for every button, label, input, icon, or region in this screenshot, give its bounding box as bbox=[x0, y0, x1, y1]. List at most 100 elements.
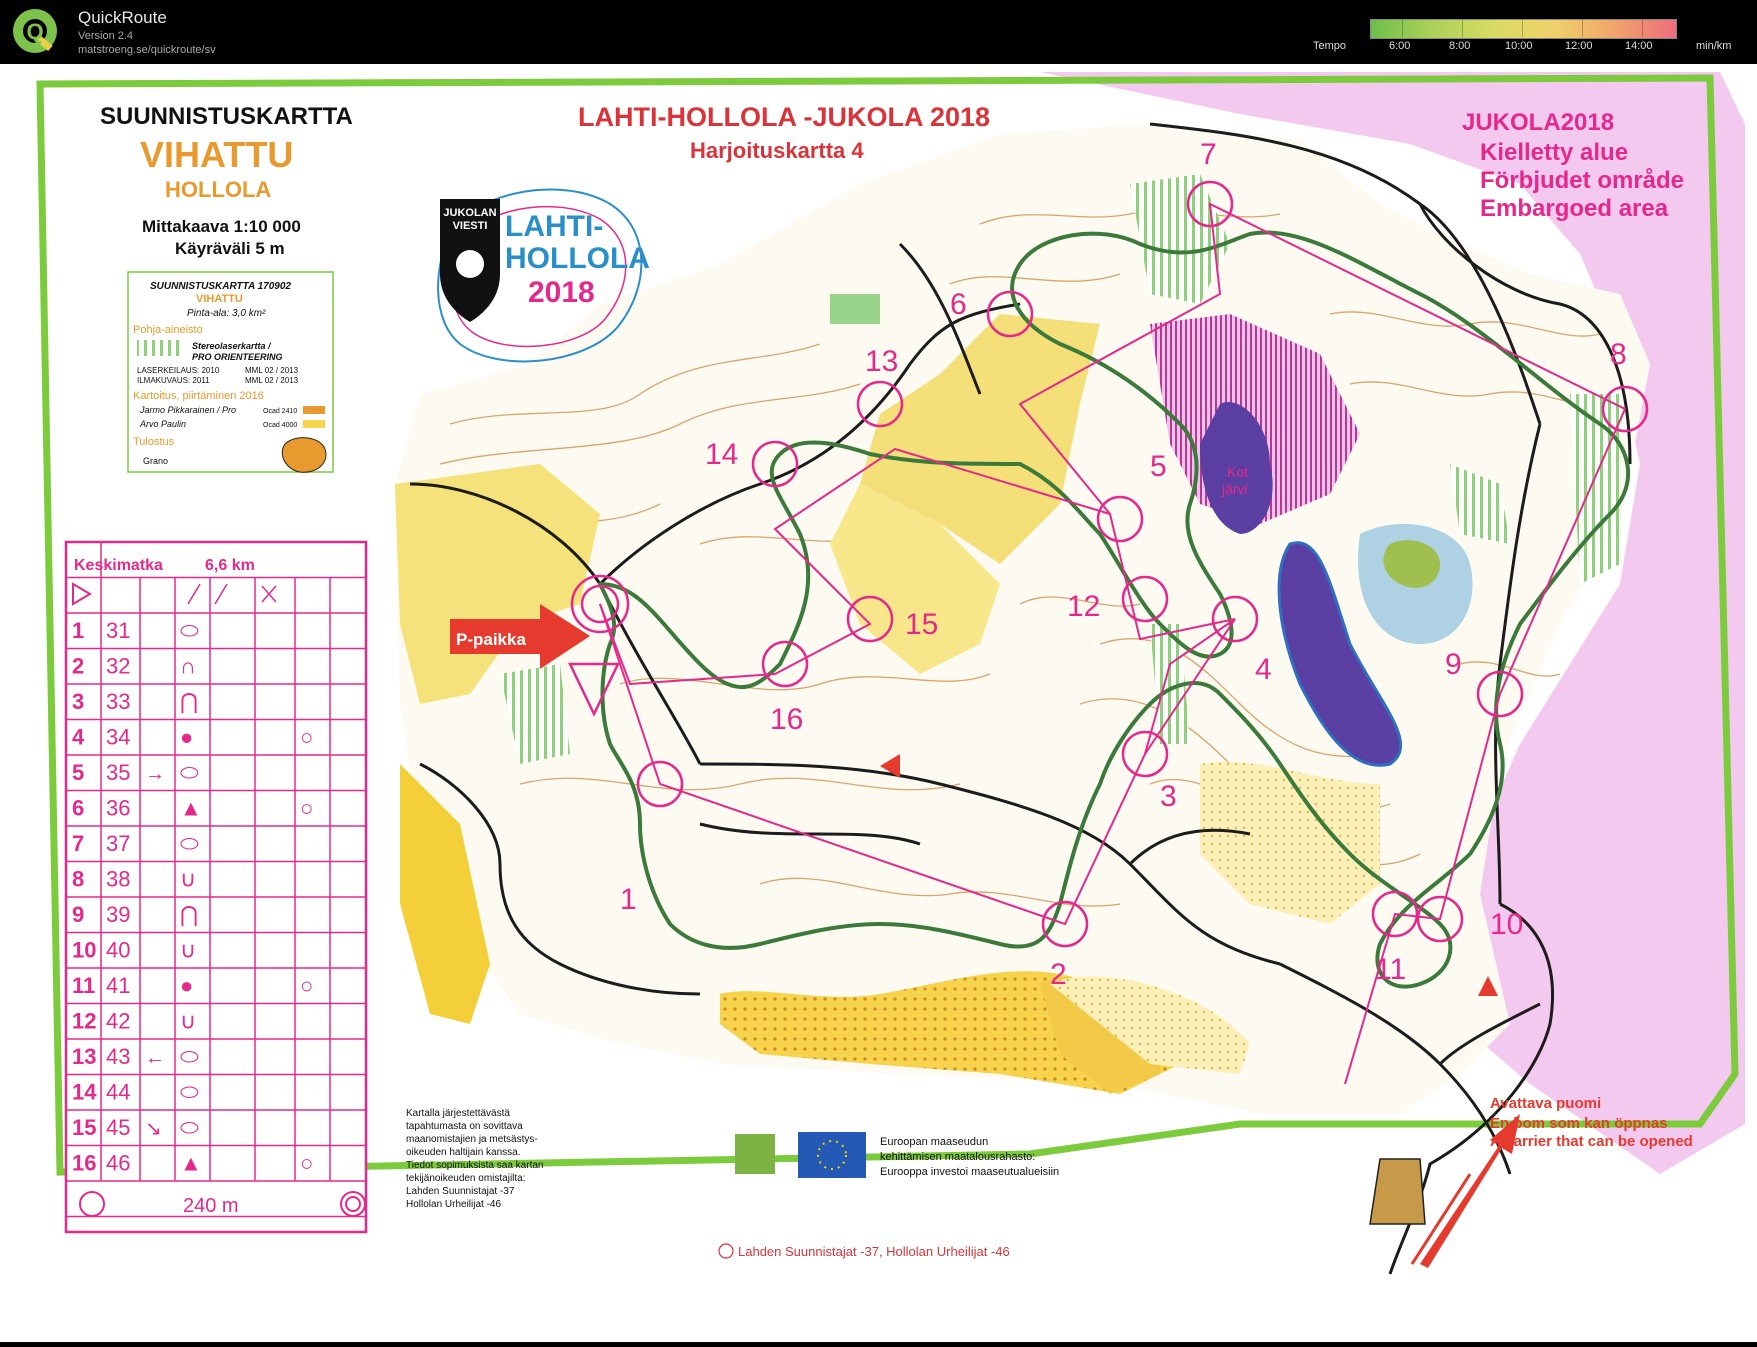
pace-tick-14: 14:00 bbox=[1625, 40, 1653, 52]
sheet-row-extra: ○ bbox=[300, 973, 313, 998]
notice-line-2: tapahtumasta on sovittava bbox=[406, 1121, 523, 1132]
info-title: SUUNNISTUSKARTTA 170902 bbox=[150, 281, 291, 292]
eu-line2: kehittämisen maatalousrahasto: bbox=[880, 1151, 1035, 1163]
logo-word2: HOLLOLA bbox=[505, 242, 650, 275]
control-number-8: 8 bbox=[1610, 338, 1627, 371]
sheet-finish-distance: 240 m bbox=[183, 1195, 239, 1217]
control-number-1: 1 bbox=[620, 883, 637, 916]
info-mapper2-ocad: Ocad 4000 bbox=[263, 422, 297, 429]
sheet-row-code: 43 bbox=[106, 1044, 130, 1069]
event-title: LAHTI-HOLLOLA -JUKOLA 2018 bbox=[578, 102, 990, 132]
map-viewport[interactable]: 1 2 3 4 5 6 7 8 9 10 11 12 13 14 15 16 S… bbox=[0, 64, 1757, 1342]
embargo-line2: Kielletty alue bbox=[1480, 139, 1628, 166]
pace-tick-10: 10:00 bbox=[1505, 40, 1533, 52]
map-region: HOLLOLA bbox=[165, 177, 271, 202]
quickroute-logo-icon: Q bbox=[13, 9, 57, 53]
control-number-7: 7 bbox=[1200, 138, 1217, 171]
app-version: Version 2.4 bbox=[78, 30, 134, 42]
sheet-row-code: 32 bbox=[106, 654, 130, 679]
pace-unit: min/km bbox=[1696, 40, 1732, 52]
sheet-row-direction: ↘ bbox=[145, 1118, 162, 1140]
info-area: Pinta-ala: 3,0 km² bbox=[187, 308, 266, 319]
orienteering-map[interactable]: 1 2 3 4 5 6 7 8 9 10 11 12 13 14 15 16 S… bbox=[0, 64, 1757, 1342]
info-pro: PRO ORIENTEERING bbox=[192, 352, 283, 362]
sheet-row-number: 14 bbox=[72, 1080, 97, 1105]
control-number-6: 6 bbox=[950, 288, 967, 321]
eu-flag-icon bbox=[798, 1132, 866, 1178]
app-url[interactable]: matstroeng.se/quickroute/sv bbox=[78, 44, 216, 56]
sheet-distance: 6,6 km bbox=[205, 557, 255, 574]
event-subtitle: Harjoituskartta 4 bbox=[690, 138, 864, 163]
sheet-row-number: 10 bbox=[72, 938, 96, 963]
building bbox=[1369, 1158, 1426, 1225]
sheet-row-symbol: ▲ bbox=[180, 1151, 202, 1176]
sheet-row-code: 35 bbox=[106, 760, 130, 785]
control-number-14: 14 bbox=[705, 438, 738, 471]
map-area-icon bbox=[281, 437, 327, 473]
sheet-row-number: 4 bbox=[72, 725, 85, 750]
sheet-row-code: 45 bbox=[106, 1115, 130, 1140]
pace-legend-title: Tempo bbox=[1313, 40, 1347, 52]
sheet-row-number: 3 bbox=[72, 689, 84, 714]
sheet-row-code: 41 bbox=[106, 973, 130, 998]
info-mapper1-ocad: Ocad 2410 bbox=[263, 408, 297, 415]
barrier-line1: Avattava puomi bbox=[1490, 1095, 1601, 1112]
sheet-row-number: 2 bbox=[72, 654, 84, 679]
notice-line-7: Lahden Suunnistajat -37 bbox=[406, 1186, 515, 1197]
sheet-row-symbol: ⬭ bbox=[180, 618, 199, 643]
embargo-line1: JUKOLA2018 bbox=[1462, 109, 1614, 136]
map-contour: Käyräväli 5 m bbox=[175, 239, 285, 258]
sheet-row-extra: ○ bbox=[300, 796, 313, 821]
sheet-row-code: 44 bbox=[106, 1080, 130, 1105]
sheet-row-code: 34 bbox=[106, 725, 130, 750]
sheet-row-direction: ← bbox=[145, 1047, 165, 1069]
copy-forbidden: Kopiointi kielletty bbox=[1560, 1236, 1635, 1247]
eu-line3: Eurooppa investoi maaseutualueisiin bbox=[880, 1166, 1059, 1178]
info-mapper2: Arvo Paulin bbox=[139, 419, 186, 429]
sheet-row-symbol: ● bbox=[180, 725, 193, 750]
control-number-15: 15 bbox=[905, 608, 938, 641]
sheet-row-symbol: ⬭ bbox=[180, 831, 199, 856]
pace-tick-12: 12:00 bbox=[1565, 40, 1593, 52]
info-laser: LASERKEILAUS: 2010 bbox=[137, 366, 220, 375]
sheet-row-code: 42 bbox=[106, 1009, 130, 1034]
sheet-row-symbol: ∪ bbox=[180, 938, 196, 963]
embargo-line3: Förbjudet område bbox=[1480, 167, 1684, 194]
control-number-16: 16 bbox=[770, 703, 803, 736]
sheet-row-symbol: ⬭ bbox=[180, 760, 199, 785]
sheet-row-extra: ○ bbox=[300, 725, 313, 750]
sheet-row-number: 15 bbox=[72, 1115, 96, 1140]
sheet-row-code: 31 bbox=[106, 618, 130, 643]
info-ilma: ILMAKUVAUS: 2011 bbox=[137, 376, 210, 385]
logo-year: 2018 bbox=[528, 276, 595, 309]
sheet-title: Keskimatka bbox=[74, 557, 163, 574]
app-title: QuickRoute bbox=[78, 8, 167, 27]
logo-word1: LAHTI- bbox=[505, 210, 603, 243]
sheet-row-symbol: ∪ bbox=[180, 1009, 196, 1034]
sheet-row-code: 40 bbox=[106, 938, 130, 963]
sheet-row-code: 38 bbox=[106, 867, 130, 892]
control-number-5: 5 bbox=[1150, 450, 1167, 483]
lake-label-2: järvi bbox=[1221, 481, 1248, 497]
control-number-10: 10 bbox=[1490, 908, 1523, 941]
sheet-row-code: 37 bbox=[106, 831, 130, 856]
map-scale: Mittakaava 1:10 000 bbox=[142, 217, 301, 236]
eu-line1: Euroopan maaseudun bbox=[880, 1136, 988, 1148]
map-info-box: SUUNNISTUSKARTTA 170902 VIHATTU Pinta-al… bbox=[127, 271, 334, 473]
info-section-print: Tulostus bbox=[133, 436, 175, 448]
info-section-base: Pohja-aineisto bbox=[133, 324, 203, 336]
leader-logo-icon bbox=[735, 1134, 775, 1174]
pace-tick-6: 6:00 bbox=[1389, 40, 1411, 52]
green-patch bbox=[830, 294, 880, 324]
sheet-row-symbol: ⋂ bbox=[180, 689, 198, 714]
control-number-4: 4 bbox=[1255, 653, 1272, 686]
control-number-9: 9 bbox=[1445, 648, 1462, 681]
sheet-row-code: 33 bbox=[106, 689, 130, 714]
lake-label-1: Kot bbox=[1227, 464, 1248, 480]
sheet-row-code: 39 bbox=[106, 902, 130, 927]
notice-line-3: maanomistajien ja metsästys- bbox=[406, 1134, 538, 1145]
sheet-row-symbol: ⬭ bbox=[180, 1115, 199, 1140]
map-type-title: SUUNNISTUSKARTTA bbox=[100, 103, 353, 130]
sheet-row-symbol: ∪ bbox=[180, 867, 196, 892]
info-name: VIHATTU bbox=[196, 293, 243, 305]
